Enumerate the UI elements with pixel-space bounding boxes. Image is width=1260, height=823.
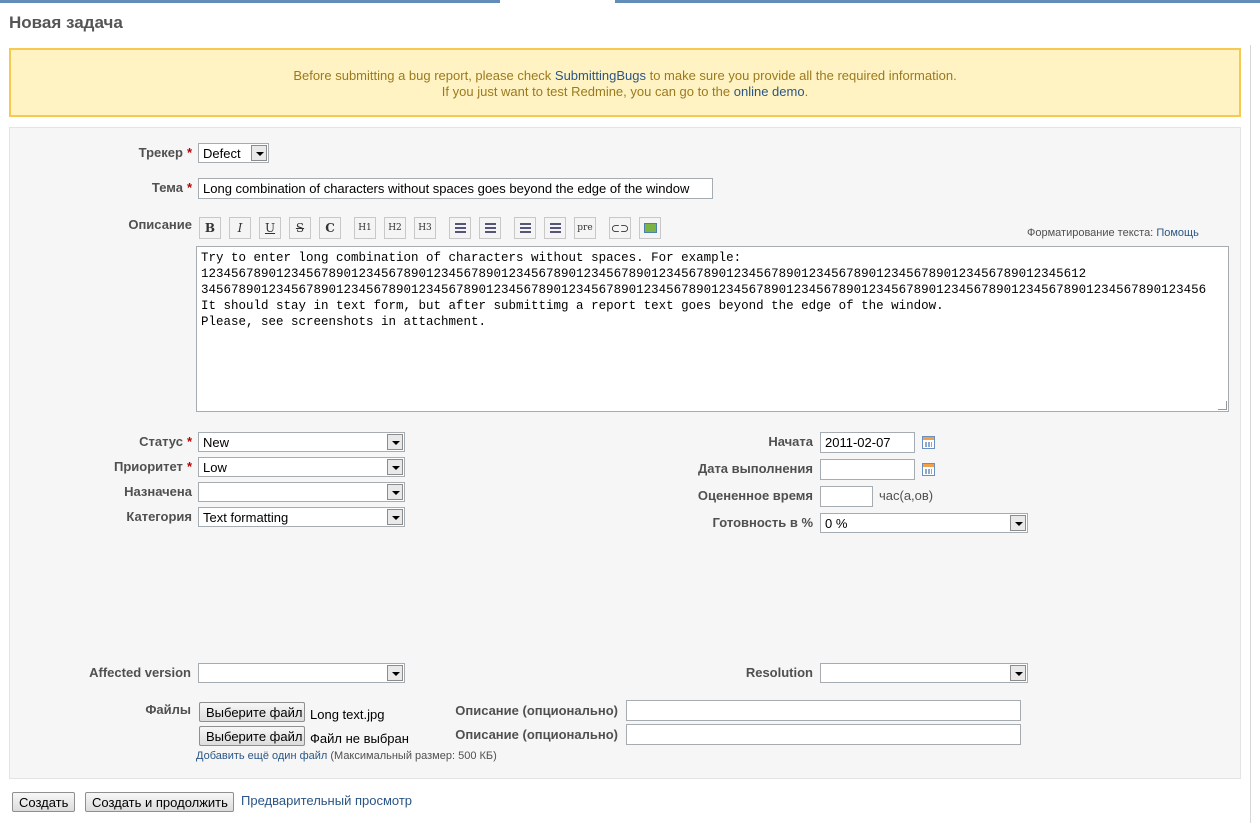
file-description-label-1: Описание (опционально) xyxy=(455,703,618,718)
done-ratio-select[interactable]: 0 % xyxy=(820,513,1028,533)
underline-button[interactable]: U xyxy=(259,217,281,239)
flash-notice: Before submitting a bug report, please c… xyxy=(9,48,1241,117)
flash-text-4: . xyxy=(804,84,809,99)
assigned-label: Назначена xyxy=(124,484,192,499)
image-button[interactable] xyxy=(639,217,661,239)
estimated-time-label: Оцененное время xyxy=(697,488,813,503)
resolution-select[interactable] xyxy=(820,663,1028,683)
assigned-select[interactable] xyxy=(198,482,405,502)
pre-button[interactable]: pre xyxy=(574,217,596,239)
unquote-button[interactable] xyxy=(544,217,566,239)
help-link[interactable]: Помощь xyxy=(1156,227,1199,239)
preview-link[interactable]: Предварительный просмотр xyxy=(241,793,412,808)
resolution-label: Resolution xyxy=(745,665,813,680)
image-icon xyxy=(644,223,657,233)
outdent-icon xyxy=(550,223,561,233)
start-date-input[interactable]: 2011-02-07 xyxy=(820,432,915,453)
file-description-input-2[interactable] xyxy=(626,724,1021,745)
formatting-help: Форматирование текста: Помощь xyxy=(1027,227,1199,239)
content-border xyxy=(1250,45,1251,823)
online-demo-link[interactable]: online demo xyxy=(734,84,805,99)
bullet-list-icon xyxy=(455,223,466,233)
code-button[interactable]: C xyxy=(319,217,341,239)
priority-label: Приоритет * xyxy=(113,459,192,474)
add-file-link[interactable]: Добавить ещё один файл xyxy=(196,750,327,762)
chevron-down-icon xyxy=(387,509,403,525)
files-label: Файлы xyxy=(145,702,191,717)
category-select[interactable]: Text formatting xyxy=(198,507,405,527)
tracker-label: Трекер * xyxy=(138,145,192,160)
done-ratio-label: Готовность в % xyxy=(712,515,813,530)
top-nav-bar-right xyxy=(615,0,1260,3)
top-nav-bar-left xyxy=(0,0,500,3)
indent-icon xyxy=(520,223,531,233)
quote-button[interactable] xyxy=(514,217,536,239)
flash-text-2: to make sure you provide all the require… xyxy=(645,68,957,83)
due-date-input[interactable] xyxy=(820,459,915,480)
subject-label: Тема * xyxy=(151,180,192,195)
file-description-label-2: Описание (опционально) xyxy=(455,727,618,742)
numbered-list-icon xyxy=(485,223,496,233)
file-name-2: Файл не выбран xyxy=(310,731,409,746)
link-button[interactable]: ⊂⊃ xyxy=(609,217,631,239)
category-label: Категория xyxy=(126,509,192,524)
description-textarea[interactable]: Try to enter long combination of charact… xyxy=(196,246,1229,412)
chevron-down-icon xyxy=(387,665,403,681)
chevron-down-icon xyxy=(251,145,267,161)
chevron-down-icon xyxy=(1010,665,1026,681)
unordered-list-button[interactable] xyxy=(449,217,471,239)
resize-grip-icon[interactable] xyxy=(1218,401,1227,410)
chevron-down-icon xyxy=(387,459,403,475)
due-date-label: Дата выполнения xyxy=(697,461,813,476)
chevron-down-icon xyxy=(387,434,403,450)
calendar-icon[interactable] xyxy=(922,436,935,449)
flash-text-3: If you just want to test Redmine, you ca… xyxy=(441,84,734,99)
priority-select[interactable]: Low xyxy=(198,457,405,477)
heading2-button[interactable]: H2 xyxy=(384,217,406,239)
submitting-bugs-link[interactable]: SubmittingBugs xyxy=(555,68,646,83)
subject-input[interactable]: Long combination of characters without s… xyxy=(198,178,713,199)
description-label: Описание xyxy=(128,217,192,232)
affected-version-select[interactable] xyxy=(198,663,405,683)
calendar-icon[interactable] xyxy=(922,463,935,476)
chevron-down-icon xyxy=(387,484,403,500)
create-continue-button[interactable]: Создать и продолжить xyxy=(85,792,234,812)
choose-file-button-2[interactable]: Выберите файл xyxy=(199,726,305,746)
heading1-button[interactable]: H1 xyxy=(354,217,376,239)
choose-file-button-1[interactable]: Выберите файл xyxy=(199,702,305,722)
start-date-label: Начата xyxy=(768,434,813,449)
page-title: Новая задача xyxy=(9,13,123,32)
status-label: Статус * xyxy=(139,434,192,449)
hours-unit: час(а,ов) xyxy=(879,488,934,503)
tracker-select[interactable]: Defect xyxy=(198,143,269,163)
italic-button[interactable]: I xyxy=(229,217,251,239)
file-name-1: Long text.jpg xyxy=(310,707,385,722)
status-select[interactable]: New xyxy=(198,432,405,452)
heading3-button[interactable]: H3 xyxy=(414,217,436,239)
estimated-time-input[interactable] xyxy=(820,486,873,507)
bold-button[interactable]: B xyxy=(199,217,221,239)
create-button[interactable]: Создать xyxy=(12,792,75,812)
flash-text-1: Before submitting a bug report, please c… xyxy=(293,68,555,83)
file-description-input-1[interactable] xyxy=(626,700,1021,721)
ordered-list-button[interactable] xyxy=(479,217,501,239)
strike-button[interactable]: S xyxy=(289,217,311,239)
add-file-note: Добавить ещё один файл (Максимальный раз… xyxy=(196,750,497,762)
link-icon: ⊂⊃ xyxy=(610,222,630,235)
chevron-down-icon xyxy=(1010,515,1026,531)
affected-version-label: Affected version xyxy=(89,665,191,680)
